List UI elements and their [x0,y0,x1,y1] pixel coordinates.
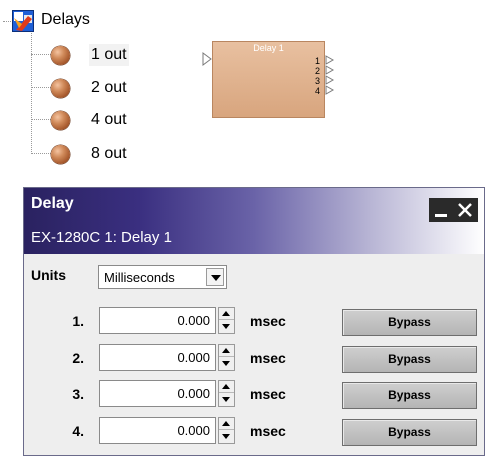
channel-number-label: 4. [72,423,84,439]
spin-up-icon[interactable] [219,418,234,430]
tree-connector [31,153,51,154]
output-port-label: 4 [314,86,320,96]
tree-connector [3,21,11,22]
unit-label: msec [250,350,286,366]
tree-item-label: 1 out [89,44,129,66]
minimize-button[interactable] [429,198,453,222]
close-button[interactable] [452,198,478,222]
dialog-title: Delay [31,195,74,212]
spin-down-icon[interactable] [219,430,234,442]
chevron-down-icon[interactable] [206,268,224,286]
close-icon [458,203,472,217]
component-ball-icon [51,79,70,98]
input-port-icon[interactable] [202,52,212,66]
output-port-icon[interactable] [325,85,334,95]
component-ball-icon [51,145,70,164]
output-port-icon[interactable] [325,75,334,85]
output-port-icon[interactable] [325,65,334,75]
dialog-titlebar[interactable]: Delay EX-1280C 1: Delay 1 [24,188,484,254]
component-tree: Delays 1 out 2 out 4 out 8 out [0,0,200,175]
delay-value-input-2[interactable]: 0.000 [99,344,216,371]
delay-spinner-3[interactable] [218,380,235,407]
bypass-button-3[interactable]: Bypass [342,382,477,409]
unit-label: msec [250,313,286,329]
units-label: Units [31,267,66,283]
delay-spinner-2[interactable] [218,344,235,371]
tree-item-label: 8 out [91,145,127,162]
tree-item-label: 4 out [91,111,127,128]
delay-value-text: 0.000 [177,313,210,328]
unit-label: msec [250,423,286,439]
output-port-icon[interactable] [325,55,334,65]
channel-number-label: 2. [72,350,84,366]
bypass-button-4[interactable]: Bypass [342,419,477,446]
spin-down-icon[interactable] [219,357,234,369]
tree-connector [31,33,32,154]
spin-down-icon[interactable] [219,320,234,332]
units-select[interactable]: Milliseconds [98,265,227,289]
tree-connector [31,119,51,120]
tree-item-label: 2 out [91,79,127,96]
dialog-subtitle: EX-1280C 1: Delay 1 [31,229,172,246]
output-port-label: 2 [314,66,320,76]
output-port-label: 3 [314,76,320,86]
delay-value-text: 0.000 [177,350,210,365]
tree-item-8-out[interactable]: 8 out [51,142,161,166]
delay-value-text: 0.000 [177,423,210,438]
delay-block-title: Delay 1 [253,43,284,53]
channel-number-label: 1. [72,313,84,329]
tree-connector [31,54,51,55]
tree-item-4-out[interactable]: 4 out [51,108,161,132]
spin-up-icon[interactable] [219,345,234,357]
delay-block[interactable]: Delay 1 1 2 3 4 [212,41,325,118]
output-port-label: 1 [314,56,320,66]
bypass-button-1[interactable]: Bypass [342,309,477,336]
spin-up-icon[interactable] [219,381,234,393]
delay-value-text: 0.000 [177,386,210,401]
delay-value-input-4[interactable]: 0.000 [99,417,216,444]
component-ball-icon [51,111,70,130]
tree-root-label[interactable]: Delays [41,10,90,30]
bypass-button-2[interactable]: Bypass [342,346,477,373]
component-ball-icon [51,46,70,65]
tree-item-1-out[interactable]: 1 out [51,43,161,67]
delay-dialog: Delay EX-1280C 1: Delay 1 Units Millisec… [23,187,485,456]
spin-up-icon[interactable] [219,308,234,320]
delay-value-input-3[interactable]: 0.000 [99,380,216,407]
delays-module-icon[interactable] [12,10,34,32]
unit-label: msec [250,386,286,402]
delay-spinner-4[interactable] [218,417,235,444]
tree-item-2-out[interactable]: 2 out [51,76,161,100]
delay-spinner-1[interactable] [218,307,235,334]
tree-connector [31,87,51,88]
spin-down-icon[interactable] [219,393,234,405]
units-select-value: Milliseconds [104,270,175,285]
delay-value-input-1[interactable]: 0.000 [99,307,216,334]
channel-number-label: 3. [72,386,84,402]
